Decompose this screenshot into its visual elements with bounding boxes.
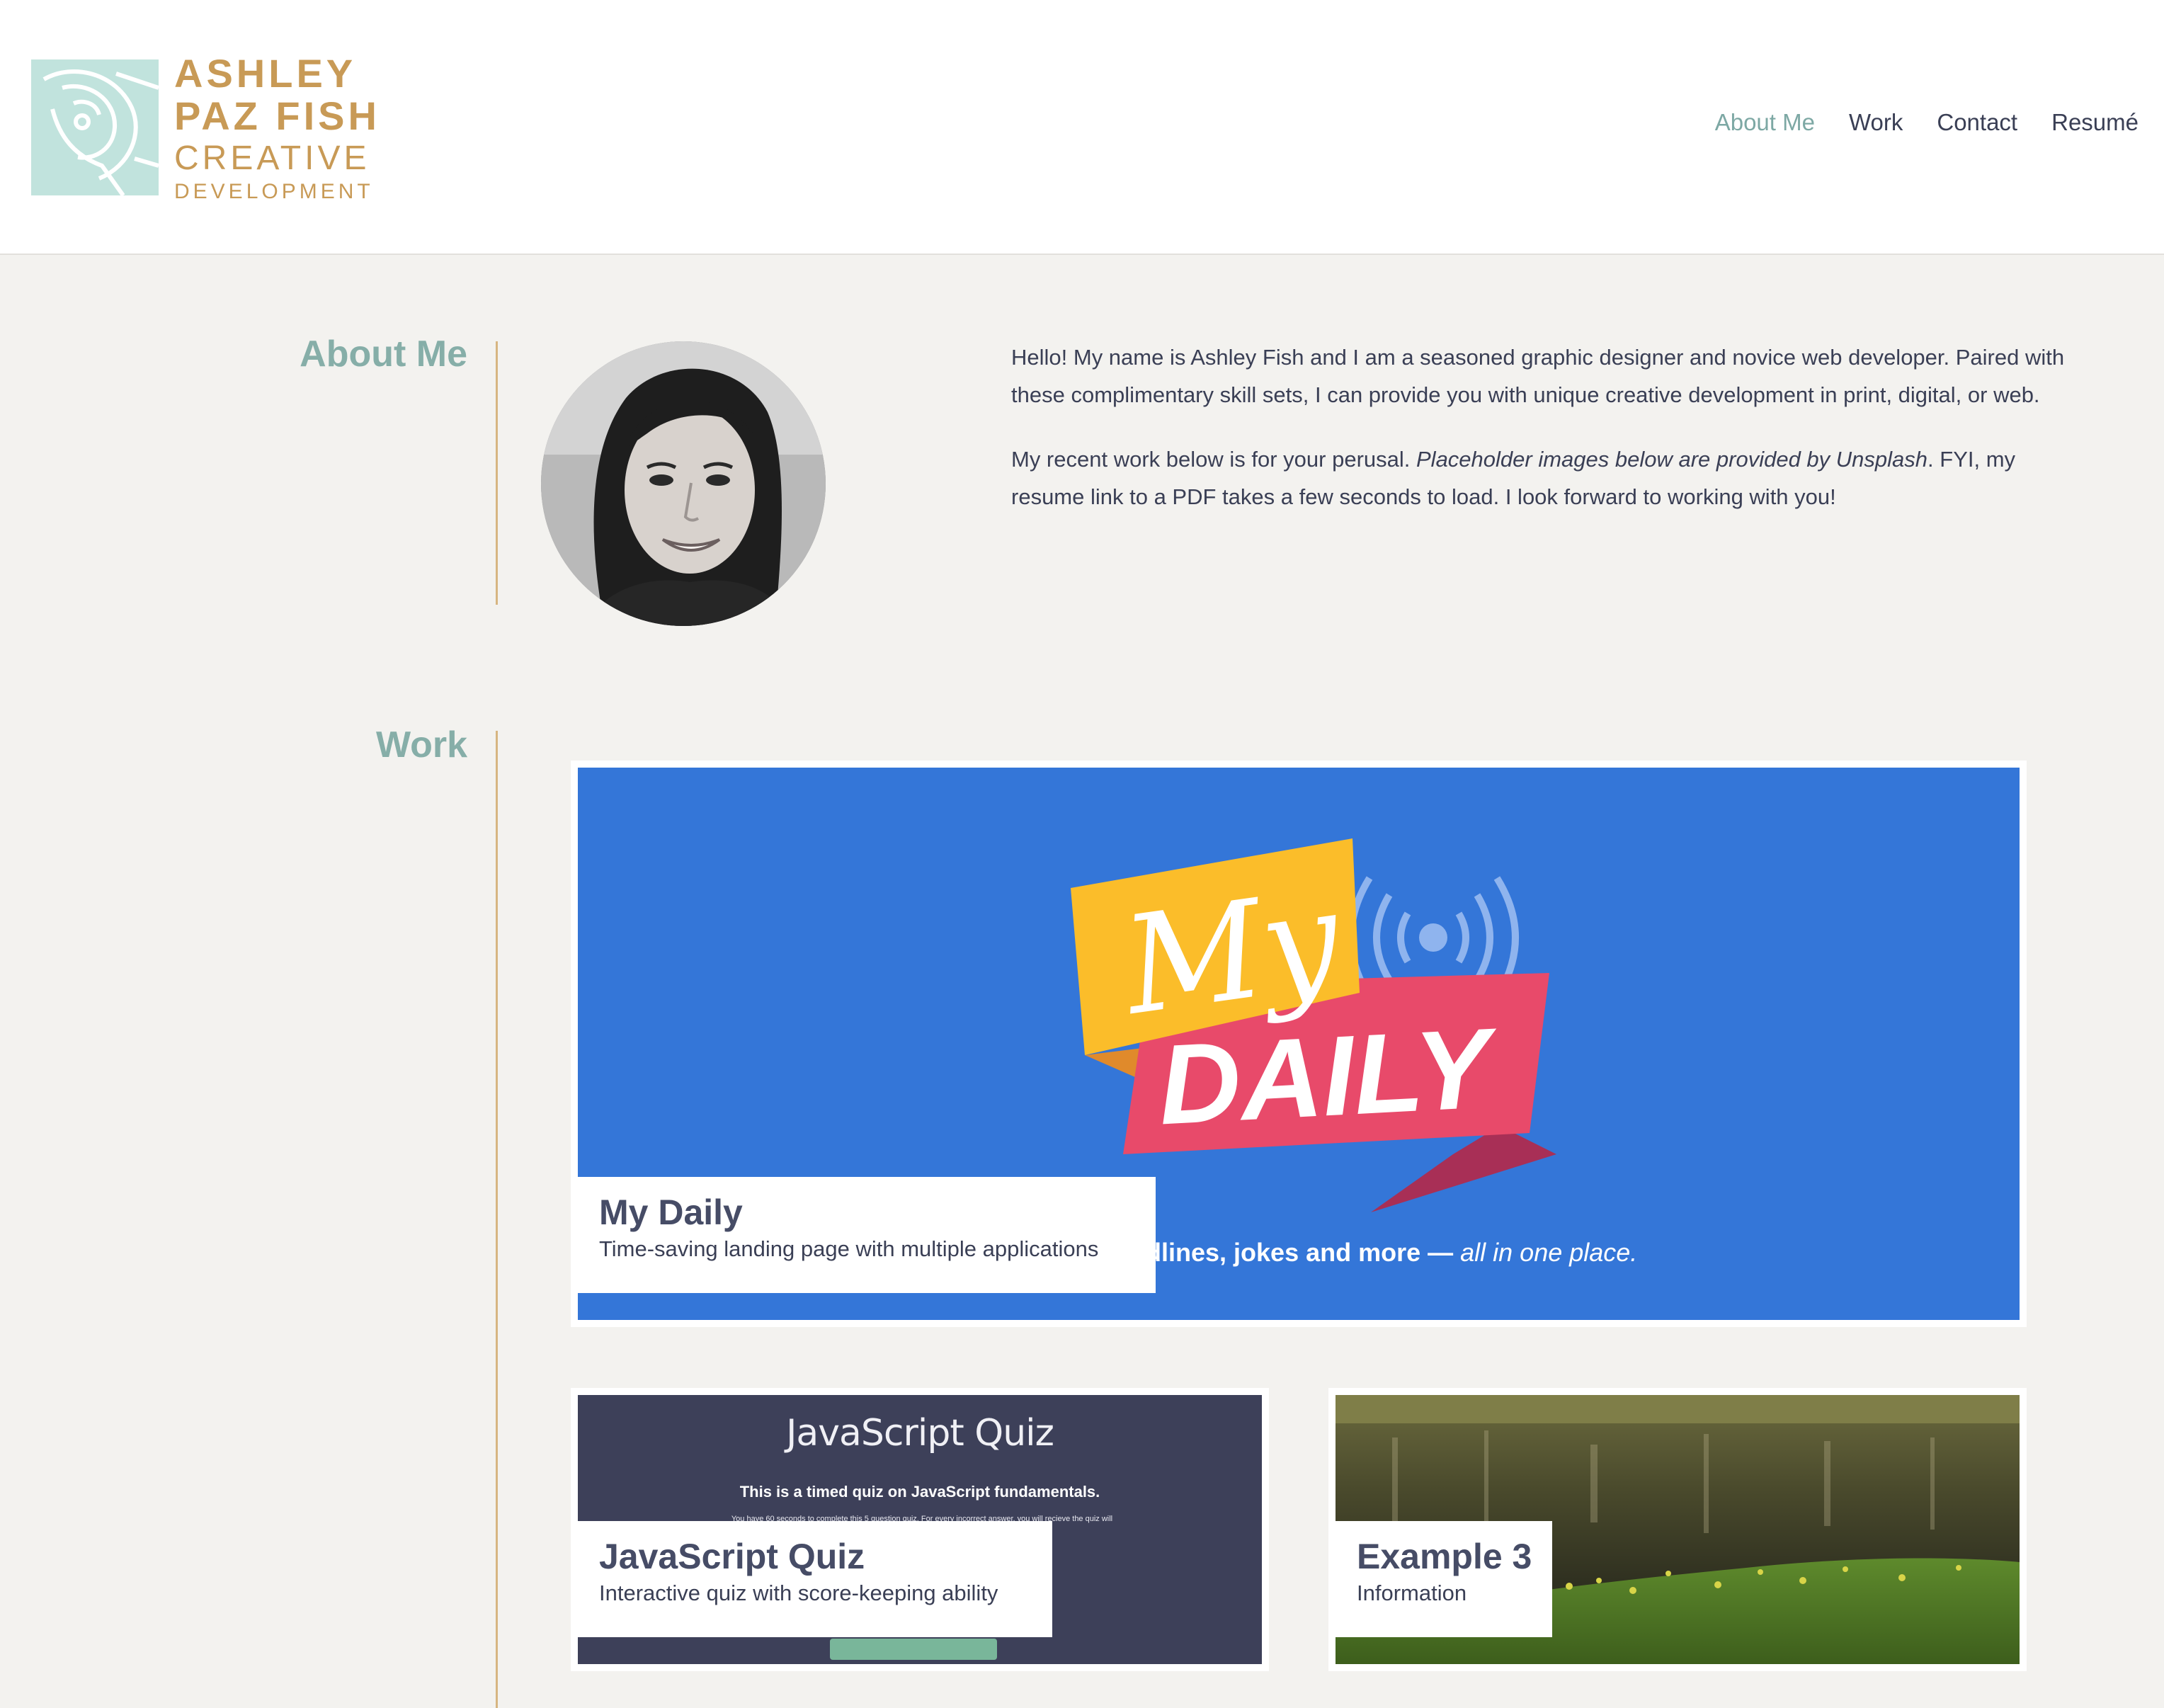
logo-line-4: DEVELOPMENT (174, 180, 374, 203)
my-daily-description: Time-saving landing page with multiple a… (599, 1236, 1099, 1261)
quiz-image-heading: JavaScript Quiz (786, 1412, 1054, 1454)
nav-link-about-me[interactable]: About Me (1715, 109, 1815, 136)
my-daily-image: My DAILY My Daily Time-saving landing pa… (578, 768, 2020, 1320)
about-paragraph-2: My recent work below is for your perusal… (1011, 440, 2073, 516)
example-3-image: Example 3 Information (1336, 1395, 2020, 1664)
javascript-quiz-image: JavaScript Quiz This is a timed quiz on … (578, 1395, 1262, 1664)
my-daily-caption: My Daily Time-saving landing page with m… (578, 1177, 1156, 1293)
site-header: ASHLEY PAZ FISH CREATIVE DEVELOPMENT Abo… (0, 0, 2164, 255)
quiz-image-start-button (830, 1639, 997, 1660)
my-daily-image-tagline: dlines, jokes and more — all in one plac… (1146, 1238, 1637, 1268)
about-paragraph-2-italic: Placeholder images below are provided by… (1416, 447, 1928, 472)
project-card-example-3[interactable]: Example 3 Information (1328, 1388, 2027, 1671)
nav-link-contact[interactable]: Contact (1937, 109, 2017, 136)
my-daily-tagline-text: dlines, jokes and more — (1146, 1238, 1461, 1267)
profile-photo (541, 341, 826, 626)
logo-line-3: CREATIVE (174, 140, 370, 177)
about-section-title: About Me (300, 334, 467, 375)
work-section-title: Work (375, 724, 467, 765)
nav-link-work[interactable]: Work (1849, 109, 1903, 136)
about-text: Hello! My name is Ashley Fish and I am a… (1011, 338, 2073, 542)
logo-line-2: PAZ FISH (174, 93, 380, 138)
example-3-caption: Example 3 Information (1336, 1521, 1552, 1637)
logo-mark-icon[interactable] (31, 59, 159, 195)
nav-link-resume[interactable]: Resumé (2051, 109, 2139, 136)
logo-wordmark[interactable]: ASHLEY PAZ FISH CREATIVE DEVELOPMENT (174, 54, 380, 203)
about-paragraph-2-start: My recent work below is for your perusal… (1011, 447, 1416, 472)
about-divider-line (496, 341, 498, 605)
my-daily-tagline-italic: all in one place. (1460, 1238, 1638, 1267)
about-paragraph-1: Hello! My name is Ashley Fish and I am a… (1011, 345, 2065, 407)
example-3-title: Example 3 (1357, 1537, 1532, 1576)
javascript-quiz-caption: JavaScript Quiz Interactive quiz with sc… (578, 1521, 1052, 1637)
project-card-javascript-quiz[interactable]: JavaScript Quiz This is a timed quiz on … (571, 1388, 1269, 1671)
javascript-quiz-title: JavaScript Quiz (599, 1537, 865, 1576)
example-3-description: Information (1357, 1581, 1467, 1605)
work-divider-line (496, 731, 498, 1708)
main-nav: About Me Work Contact Resumé (1715, 109, 2139, 136)
logo-line-1: ASHLEY (174, 51, 357, 96)
svg-text:DAILY: DAILY (1156, 1004, 1502, 1149)
javascript-quiz-description: Interactive quiz with score-keeping abil… (599, 1581, 998, 1605)
quiz-image-subheading: This is a timed quiz on JavaScript funda… (739, 1483, 1100, 1501)
my-daily-title: My Daily (599, 1192, 743, 1232)
